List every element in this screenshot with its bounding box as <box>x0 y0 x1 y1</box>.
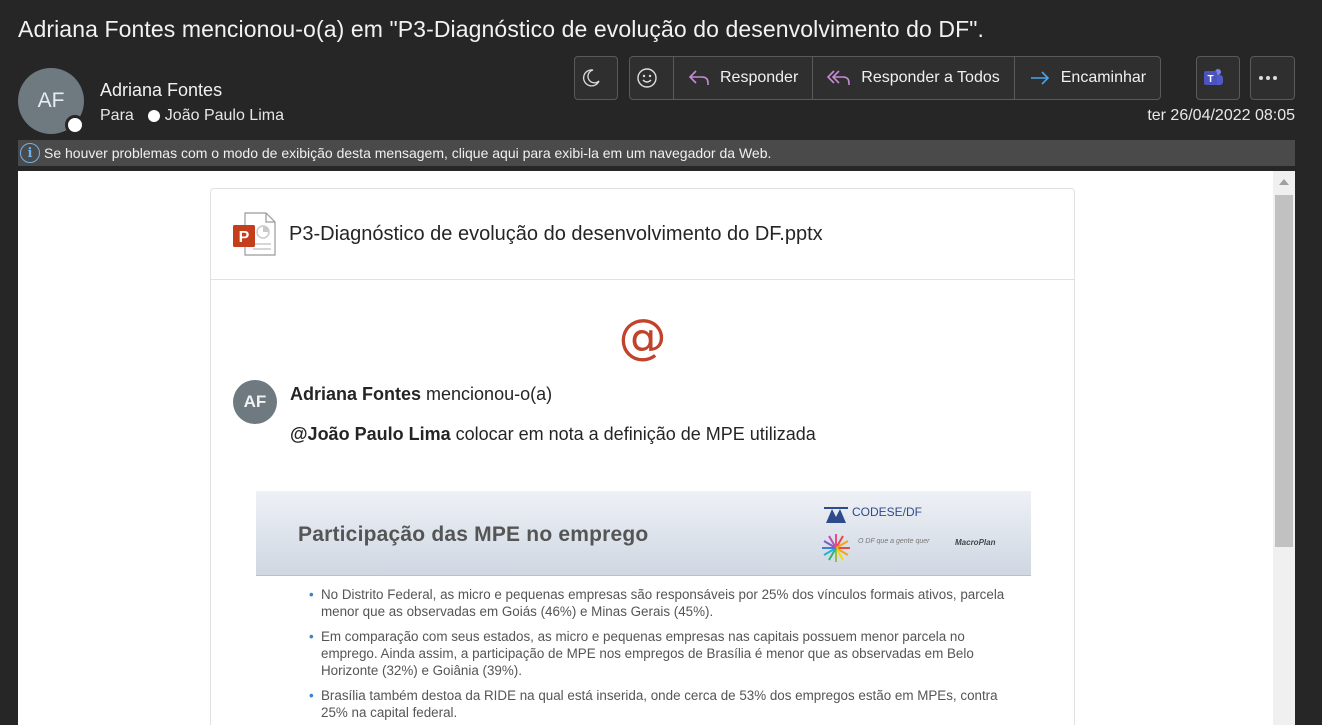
slide-preview[interactable]: Participação das MPE no emprego CODESE/D… <box>256 491 1031 725</box>
reply-icon <box>688 70 709 85</box>
info-bar-text[interactable]: Se houver problemas com o modo de exibiç… <box>44 145 771 161</box>
forward-label: Encaminhar <box>1060 69 1147 86</box>
vertical-scrollbar[interactable] <box>1273 171 1295 725</box>
codese-logo: CODESE/DF <box>824 505 922 525</box>
scroll-up-arrow-icon[interactable] <box>1279 179 1289 185</box>
recipient-name[interactable]: João Paulo Lima <box>165 107 284 125</box>
comment-body: colocar em nota a definição de MPE utili… <box>450 424 816 444</box>
forward-arrow-icon <box>1030 71 1049 85</box>
smiley-icon <box>636 68 657 88</box>
recipient-presence-icon <box>147 110 160 122</box>
slide-header: Participação das MPE no emprego CODESE/D… <box>256 491 1031 576</box>
codese-logo-text: CODESE/DF <box>852 505 923 519</box>
mention-card: P P3-Diagnóstico de evolução do desenvol… <box>210 188 1075 725</box>
df-tagline: O DF que a gente quer <box>858 538 930 545</box>
teams-share-button[interactable]: T <box>1196 56 1240 100</box>
mention-summary: Adriana Fontes mencionou-o(a) <box>290 384 552 405</box>
slide-bullet: Brasília também destoa da RIDE na qual e… <box>309 687 1011 721</box>
recipients-line: Para João Paulo Lima <box>100 107 284 125</box>
presence-status-icon <box>65 115 85 135</box>
info-icon: i <box>20 143 40 163</box>
scroll-thumb[interactable] <box>1275 195 1293 547</box>
email-subject: Adriana Fontes mencionou-o(a) em "P3-Dia… <box>18 16 984 42</box>
immersive-reader-button[interactable] <box>574 56 618 100</box>
svg-text:P: P <box>239 229 250 246</box>
slide-bullets: No Distrito Federal, as micro e pequenas… <box>309 586 1011 725</box>
mentioned-user: @João Paulo Lima <box>290 424 451 444</box>
reply-all-button[interactable]: Responder a Todos <box>813 57 1015 99</box>
emoji-reaction-button[interactable] <box>630 57 674 99</box>
slide-bullet: Em comparação com seus estados, as micro… <box>309 628 1011 679</box>
file-name[interactable]: P3-Diagnóstico de evolução do desenvolvi… <box>289 223 823 246</box>
message-body: P P3-Diagnóstico de evolução do desenvol… <box>18 171 1273 725</box>
powerpoint-file-icon: P <box>233 212 276 256</box>
comment-text: @João Paulo Lima colocar em nota a defin… <box>290 424 816 445</box>
moon-icon[interactable] <box>575 57 617 99</box>
info-bar[interactable]: i Se houver problemas com o modo de exib… <box>18 140 1295 166</box>
reply-label: Responder <box>720 69 799 86</box>
more-options-icon[interactable] <box>1251 57 1294 99</box>
df-sunburst-logo-icon <box>822 534 850 562</box>
macroplan-logo: MacroPlan <box>955 538 996 547</box>
forward-button[interactable]: Encaminhar <box>1015 57 1160 99</box>
svg-text:T: T <box>1207 74 1213 85</box>
sender-initials: AF <box>37 89 65 112</box>
reply-all-icon <box>827 70 851 85</box>
mention-at-icon: @ <box>618 309 667 365</box>
teams-icon[interactable]: T <box>1197 57 1239 99</box>
codese-logo-icon <box>824 507 848 523</box>
to-label: Para <box>100 107 134 124</box>
commenter-initials: AF <box>243 392 267 411</box>
slide-title: Participação das MPE no emprego <box>298 523 649 546</box>
file-header[interactable]: P P3-Diagnóstico de evolução do desenvol… <box>211 189 1074 280</box>
received-date: ter 26/04/2022 08:05 <box>1147 107 1295 124</box>
more-actions-button[interactable] <box>1250 56 1295 100</box>
message-actions-toolbar: Responder Responder a Todos Encaminhar <box>629 56 1162 100</box>
sender-name[interactable]: Adriana Fontes <box>100 80 222 101</box>
reply-all-label: Responder a Todos <box>861 69 1000 86</box>
commenter-name: Adriana Fontes <box>290 384 422 404</box>
reply-button[interactable]: Responder <box>674 57 814 99</box>
mention-action: mencionou-o(a) <box>421 384 553 404</box>
commenter-avatar: AF <box>233 380 277 424</box>
slide-bullet: No Distrito Federal, as micro e pequenas… <box>309 586 1011 620</box>
